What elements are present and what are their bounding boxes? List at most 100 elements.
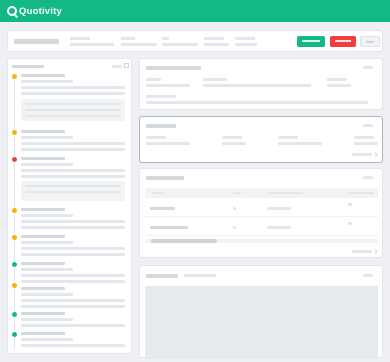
timeline-item-text: [21, 274, 125, 277]
timeline-item-title: [21, 130, 65, 133]
field-label: [146, 95, 176, 98]
summary-field-label: [162, 37, 169, 40]
field-value: [278, 142, 322, 145]
horizontal-scrollbar[interactable]: [145, 239, 378, 243]
timeline-item-meta: [21, 80, 73, 83]
timeline-item-text: [21, 247, 125, 250]
status-dot-icon: [11, 234, 18, 241]
expand-icon[interactable]: [124, 63, 129, 68]
footer-link[interactable]: [352, 153, 372, 156]
timeline-item-text: [21, 280, 125, 283]
card-action-placeholder[interactable]: [363, 124, 373, 127]
status-dot-icon: [11, 311, 18, 318]
timeline-item-meta: [21, 136, 73, 139]
timeline-item-title: [21, 208, 65, 211]
summary-field-label: [204, 37, 224, 40]
card-title-placeholder: [146, 66, 201, 70]
field-value: [327, 84, 351, 87]
document-preview[interactable]: [145, 286, 378, 359]
chevron-right-icon[interactable]: [373, 152, 378, 157]
card-subtitle-placeholder: [184, 274, 216, 277]
card-action-placeholder[interactable]: [363, 66, 373, 69]
timeline-item-text: [21, 226, 125, 229]
scrollbar-thumb[interactable]: [151, 239, 217, 243]
logo-icon: [7, 6, 17, 16]
primary-action-button[interactable]: [297, 36, 325, 47]
timeline-action-placeholder[interactable]: [112, 65, 122, 68]
table-row[interactable]: [145, 218, 378, 236]
status-dot-icon: [11, 156, 18, 163]
top-bar: Quotivity: [0, 0, 390, 22]
danger-action-button[interactable]: [330, 36, 356, 47]
field-value: [203, 84, 311, 87]
timeline-item-text: [21, 148, 125, 151]
timeline-item-text: [21, 92, 125, 95]
timeline-item-title: [21, 235, 65, 238]
app-name: Quotivity: [19, 5, 62, 17]
summary-field-value: [70, 43, 114, 46]
field-value: [146, 101, 368, 104]
field-label: [222, 136, 242, 139]
timeline-item-title: [21, 287, 65, 290]
summary-field-label: [235, 37, 255, 40]
field-value: [222, 142, 246, 145]
timeline-item-text: [21, 220, 125, 223]
field-value: [146, 84, 190, 87]
timeline-item-meta: [21, 214, 73, 217]
card-action-placeholder[interactable]: [363, 274, 373, 277]
table-header: [145, 188, 378, 198]
field-label: [354, 136, 374, 139]
timeline-item-attachment[interactable]: [21, 181, 125, 201]
timeline-item-text: [21, 169, 125, 172]
app-logo[interactable]: Quotivity: [7, 4, 62, 18]
summary-card: [7, 30, 383, 52]
summary-field-value: [162, 43, 198, 46]
timeline-title-placeholder: [12, 65, 44, 68]
timeline-item-title: [21, 74, 65, 77]
status-dot-icon: [11, 282, 18, 289]
details-card: [139, 58, 383, 110]
field-label: [203, 78, 227, 81]
card-title-placeholder: [146, 176, 184, 180]
summary-field-label: [70, 37, 90, 40]
field-label: [146, 136, 166, 139]
table-row[interactable]: [145, 199, 378, 217]
card-title-placeholder: [146, 124, 176, 128]
summary-field-value: [204, 43, 229, 46]
timeline-item-text: [21, 142, 125, 145]
timeline-item-meta: [21, 338, 73, 341]
activity-timeline: [7, 58, 132, 354]
timeline-item-text: [21, 175, 125, 178]
summary-field-value: [121, 43, 157, 46]
selected-card[interactable]: [139, 116, 383, 163]
summary-field-label: [121, 37, 135, 40]
field-label: [278, 136, 298, 139]
timeline-item-title: [21, 157, 65, 160]
footer-link[interactable]: [352, 250, 372, 253]
preview-card: [139, 265, 383, 359]
status-dot-icon: [11, 207, 18, 214]
timeline-item-meta: [21, 241, 73, 244]
timeline-item-title: [21, 312, 65, 315]
secondary-action-button[interactable]: [360, 36, 380, 47]
timeline-item-title: [21, 262, 65, 265]
field-label: [146, 78, 161, 81]
timeline-item-text: [21, 253, 125, 256]
timeline-item-text: [21, 305, 125, 308]
summary-field-value: [235, 43, 257, 46]
status-dot-icon: [11, 129, 18, 136]
status-dot-icon: [11, 261, 18, 268]
timeline-item-attachment[interactable]: [21, 99, 125, 121]
summary-title-placeholder: [14, 39, 59, 44]
timeline-item-meta: [21, 293, 73, 296]
card-action-placeholder[interactable]: [363, 176, 373, 179]
chevron-right-icon[interactable]: [373, 249, 378, 254]
card-title-placeholder: [146, 274, 178, 278]
field-value: [146, 142, 190, 145]
field-label: [327, 78, 347, 81]
timeline-item-meta: [21, 318, 73, 321]
timeline-item-text: [21, 324, 125, 327]
timeline-item-text: [21, 344, 125, 347]
timeline-item-meta: [21, 163, 73, 166]
status-dot-icon: [11, 73, 18, 80]
